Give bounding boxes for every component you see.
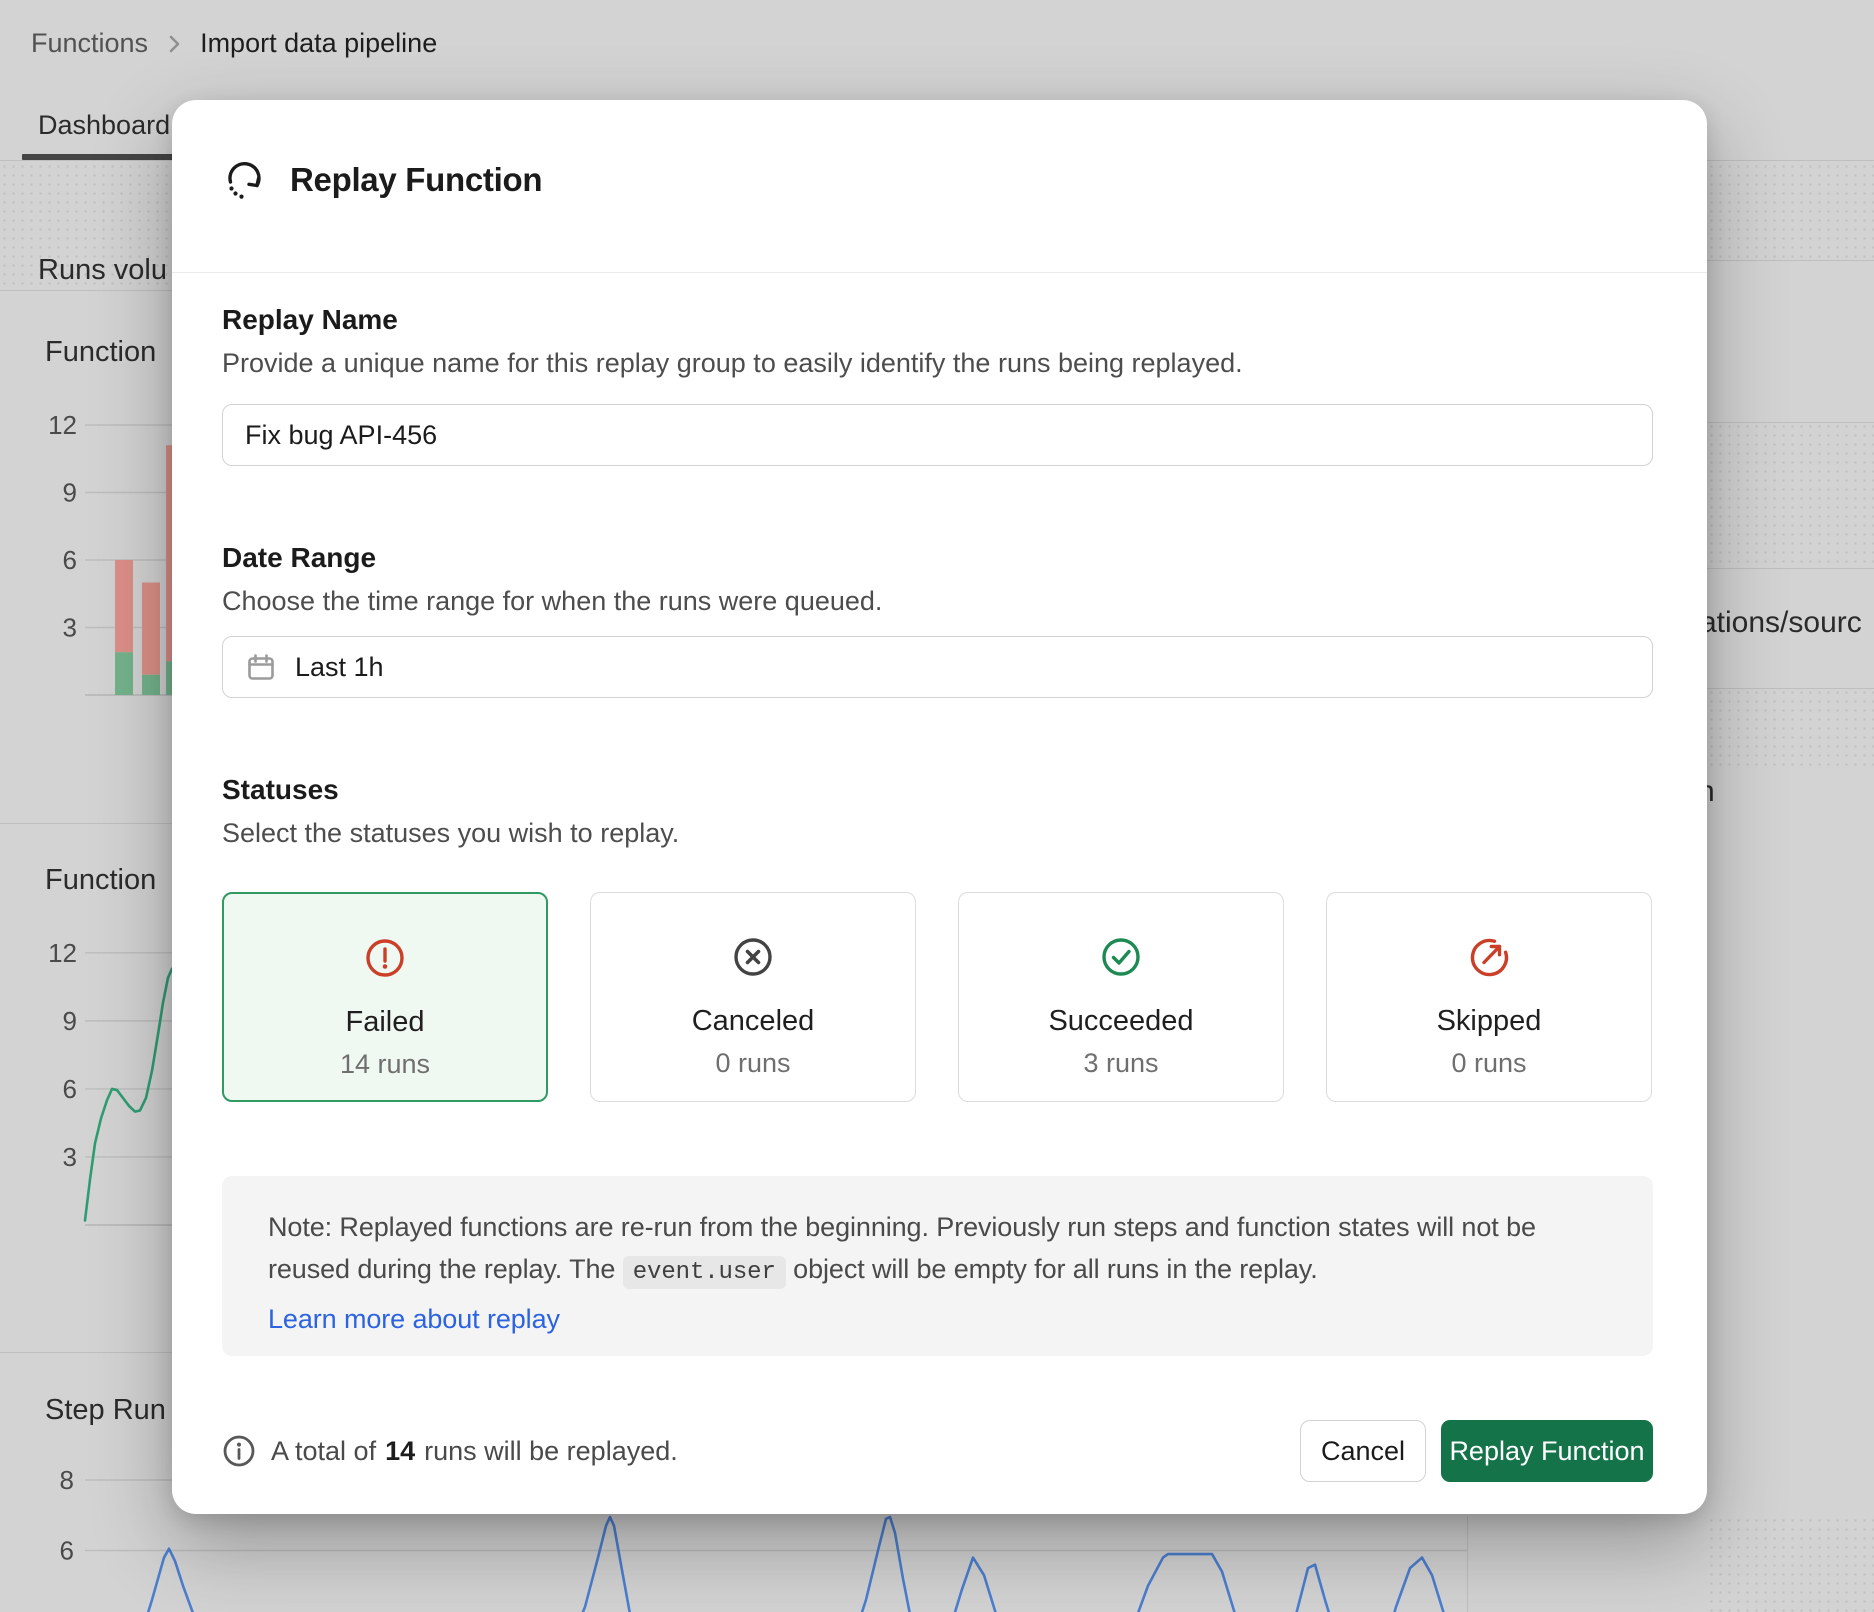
- svg-text:6: 6: [63, 545, 77, 575]
- svg-text:6: 6: [63, 1074, 77, 1104]
- replay-function-dialog: Replay Function Replay Name Provide a un…: [172, 100, 1707, 1514]
- learn-more-link[interactable]: Learn more about replay: [268, 1298, 560, 1340]
- status-card-skipped[interactable]: Skipped 0 runs: [1326, 892, 1652, 1102]
- texture-band: [1707, 422, 1874, 568]
- footer-summary: A total of 14 runs will be replayed.: [222, 1434, 678, 1468]
- tab-dashboard[interactable]: Dashboard: [38, 110, 170, 141]
- status-label: Skipped: [1437, 1005, 1542, 1038]
- summary-suffix: runs will be replayed.: [424, 1436, 678, 1467]
- texture-band: [1707, 1516, 1874, 1612]
- panel-divider: [0, 290, 172, 291]
- status-card-succeeded[interactable]: Succeeded 3 runs: [958, 892, 1284, 1102]
- calendar-icon: [245, 651, 277, 683]
- breadcrumb-item-functions[interactable]: Functions: [31, 28, 148, 59]
- total-count: 14: [385, 1436, 415, 1467]
- svg-text:8: 8: [60, 1465, 74, 1495]
- svg-text:6: 6: [60, 1536, 74, 1566]
- note-text-suffix: object will be empty for all runs in the…: [786, 1254, 1318, 1284]
- screen: Functions Import data pipeline Dashboard…: [0, 0, 1874, 1612]
- panel-title-runs-volume: Runs volu: [38, 254, 167, 287]
- replay-icon: [222, 158, 266, 202]
- header-divider: [172, 272, 1707, 273]
- texture-band: [1707, 162, 1874, 260]
- texture-band: [1707, 688, 1874, 772]
- date-range-description: Choose the time range for when the runs …: [222, 586, 882, 617]
- date-range-picker[interactable]: Last 1h: [222, 636, 1653, 698]
- date-range-label: Date Range: [222, 542, 376, 574]
- chart-title-function-runs: Function: [45, 336, 156, 369]
- status-runs: 3 runs: [1083, 1048, 1158, 1079]
- inline-code: event.user: [623, 1256, 786, 1289]
- note-box: Note: Replayed functions are re-run from…: [222, 1176, 1653, 1356]
- chevron-right-icon: [162, 32, 186, 56]
- breadcrumb: Functions Import data pipeline: [31, 28, 437, 59]
- dialog-title: Replay Function: [290, 161, 542, 199]
- replay-function-button[interactable]: Replay Function: [1441, 1420, 1653, 1482]
- status-runs: 0 runs: [1451, 1048, 1526, 1079]
- replay-name-description: Provide a unique name for this replay gr…: [222, 348, 1243, 379]
- svg-text:4: 4: [60, 1606, 74, 1612]
- cancel-button[interactable]: Cancel: [1300, 1420, 1426, 1482]
- check-circle-icon: [1099, 935, 1143, 979]
- status-runs: 0 runs: [715, 1048, 790, 1079]
- status-card-failed[interactable]: Failed 14 runs: [222, 892, 548, 1102]
- panel-divider: [0, 823, 172, 824]
- svg-text:12: 12: [48, 410, 77, 440]
- statuses-label: Statuses: [222, 774, 339, 806]
- info-icon: [222, 1434, 256, 1468]
- panel-divider: [1707, 688, 1874, 689]
- status-runs: 14 runs: [340, 1049, 430, 1080]
- x-circle-icon: [731, 935, 775, 979]
- panel-divider: [1707, 568, 1874, 569]
- status-label: Canceled: [692, 1005, 815, 1038]
- summary-prefix: A total of: [271, 1436, 376, 1467]
- panel-divider-vertical: [1467, 1516, 1468, 1612]
- skip-forward-icon: [1467, 935, 1511, 979]
- svg-text:9: 9: [63, 1006, 77, 1036]
- chart-title-function-line: Function: [45, 864, 156, 897]
- alert-circle-icon: [363, 936, 407, 980]
- statuses-description: Select the statuses you wish to replay.: [222, 818, 679, 849]
- svg-text:9: 9: [63, 478, 77, 508]
- chart-title-step-runs: Step Run: [45, 1394, 166, 1427]
- status-label: Succeeded: [1048, 1005, 1193, 1038]
- breadcrumb-item-import-data-pipeline[interactable]: Import data pipeline: [200, 28, 437, 59]
- replay-name-label: Replay Name: [222, 304, 398, 336]
- panel-divider: [0, 1352, 172, 1353]
- right-edge-text-fragment: ations/sourc: [1700, 606, 1862, 640]
- replay-name-input[interactable]: [222, 404, 1653, 466]
- status-card-canceled[interactable]: Canceled 0 runs: [590, 892, 916, 1102]
- panel-divider: [1707, 422, 1874, 423]
- panel-divider: [1707, 260, 1874, 261]
- date-range-value: Last 1h: [295, 652, 384, 683]
- svg-text:3: 3: [63, 1142, 77, 1172]
- svg-text:12: 12: [48, 938, 77, 968]
- svg-text:3: 3: [63, 613, 77, 643]
- status-label: Failed: [346, 1006, 425, 1039]
